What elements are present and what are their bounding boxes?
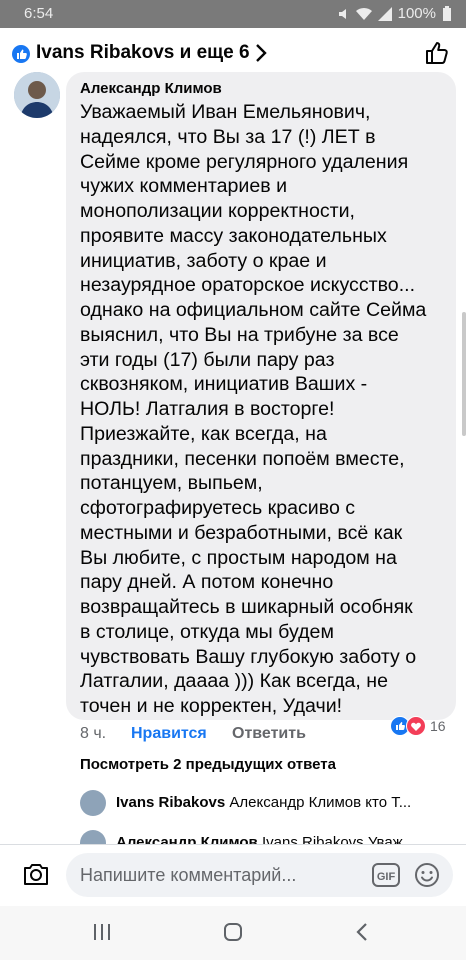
scrollbar[interactable] — [462, 312, 466, 436]
camera-icon[interactable] — [22, 862, 50, 886]
emoji-icon[interactable] — [414, 862, 440, 888]
reply-preview[interactable]: Александр Климов Ivans Ribakovs Уваж... — [80, 830, 446, 844]
view-previous-replies-link[interactable]: Посмотреть 2 предыдущих ответа — [80, 756, 336, 773]
reactors-title[interactable]: Ivans Ribakovs и еще 6 — [36, 42, 250, 64]
reply-author[interactable]: Александр Климов — [116, 834, 258, 844]
gif-icon[interactable]: GIF — [372, 863, 400, 887]
reply-text: Ivans Ribakovs Уваж... — [261, 834, 416, 844]
recent-apps-icon[interactable] — [93, 922, 111, 942]
comment-text: Уважаемый Иван Емельянович, надеялся, чт… — [80, 101, 427, 717]
reply-button[interactable]: Ответить — [232, 725, 306, 743]
reply-text: Александр Климов кто Т... — [229, 794, 412, 811]
status-icons: 100% — [336, 5, 452, 22]
like-button[interactable]: Нравится — [131, 725, 207, 743]
avatar[interactable] — [80, 830, 106, 844]
reaction-count: 16 — [430, 718, 446, 734]
comment-input-placeholder: Напишите комментарий... — [80, 865, 297, 885]
like-reaction-icon — [12, 45, 30, 63]
status-time: 6:54 — [24, 5, 54, 22]
wifi-icon — [355, 7, 372, 20]
avatar[interactable] — [14, 72, 60, 118]
comment-bubble[interactable]: Александр Климов Уважаемый Иван Емельяно… — [66, 72, 456, 720]
mute-icon — [338, 8, 346, 19]
svg-text:GIF: GIF — [377, 871, 396, 883]
system-navigation-bar — [0, 906, 466, 960]
avatar[interactable] — [80, 790, 106, 816]
chevron-right-icon[interactable] — [254, 42, 268, 64]
comment-time: 8 ч. — [80, 725, 107, 742]
status-bar: 6:54 100% — [0, 0, 466, 28]
battery-icon — [443, 5, 451, 21]
back-icon[interactable] — [355, 922, 369, 942]
home-icon[interactable] — [223, 922, 243, 942]
love-reaction-icon — [406, 716, 426, 736]
like-outline-icon[interactable] — [424, 40, 450, 66]
reply-preview[interactable]: Ivans Ribakovs Александр Климов кто Т... — [80, 790, 446, 818]
comment-author[interactable]: Александр Климов — [80, 80, 222, 97]
reaction-summary[interactable]: 16 — [390, 716, 446, 736]
comment-composer: Напишите комментарий... GIF — [0, 844, 466, 907]
reply-author[interactable]: Ivans Ribakovs — [116, 794, 225, 811]
battery-level: 100% — [397, 5, 436, 22]
signal-icon — [377, 6, 392, 21]
comment-input[interactable]: Напишите комментарий... GIF — [66, 853, 453, 897]
